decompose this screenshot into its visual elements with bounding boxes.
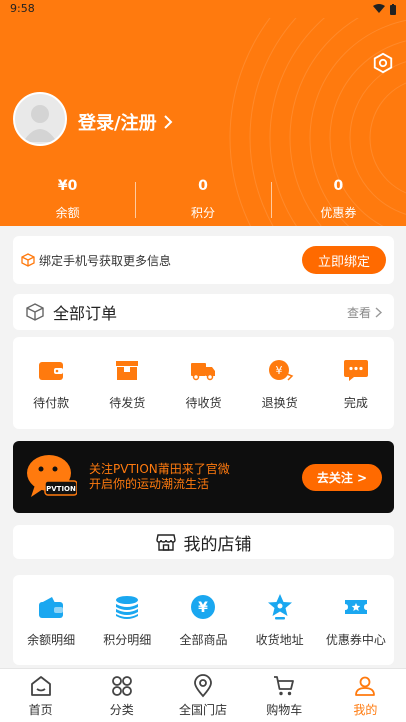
banner-line1: 关注PVTION莆田来了官微: [89, 462, 230, 476]
profile-header: 登录/注册 ¥0 余额 0 积分 0 优惠券: [0, 18, 406, 226]
user-icon: [355, 676, 376, 696]
order-status-label: 完成: [343, 395, 368, 410]
bind-now-button[interactable]: 立即绑定: [302, 246, 386, 274]
tool-label: 收货地址: [255, 632, 304, 647]
tool-label: 优惠券中心: [325, 632, 386, 647]
truck-icon: [191, 362, 216, 380]
orders-header[interactable]: 全部订单 查看: [13, 294, 394, 330]
pvtion-logo: PVTION: [27, 455, 77, 497]
svg-text:¥: ¥: [275, 364, 282, 377]
account-stats: ¥0 余额 0 积分 0 优惠券: [0, 178, 406, 221]
wallet-icon: [39, 361, 64, 380]
box-icon: [116, 360, 139, 380]
tool-shipping-address[interactable]: 收货地址: [242, 593, 318, 648]
cart-icon: [274, 675, 295, 695]
location-pin-icon: [194, 673, 212, 697]
tab-cart[interactable]: 购物车: [244, 669, 325, 722]
tab-category[interactable]: 分类: [81, 669, 162, 722]
tab-label: 我的: [353, 702, 378, 717]
view-all-orders-link[interactable]: 查看: [347, 304, 382, 321]
order-refund[interactable]: ¥ 退换货: [245, 356, 315, 411]
default-avatar-icon: [23, 105, 57, 142]
wallet-icon: [39, 596, 64, 618]
battery-icon: [390, 3, 396, 15]
tab-label: 购物车: [266, 702, 303, 717]
login-register-link[interactable]: 登录/注册: [78, 109, 173, 135]
shop-title: 我的店铺: [183, 534, 252, 555]
chevron-right-icon: [375, 306, 382, 318]
tool-points-detail[interactable]: 积分明细: [89, 593, 165, 648]
tool-label: 积分明细: [103, 632, 152, 647]
svg-text:¥: ¥: [199, 600, 209, 616]
ticket-icon: [344, 599, 367, 614]
home-icon: [30, 675, 51, 696]
order-pending-shipment[interactable]: 待发货: [92, 356, 162, 411]
wifi-icon: [373, 4, 385, 13]
stat-coupons[interactable]: 0 优惠券: [270, 178, 406, 221]
tool-all-products[interactable]: ¥ 全部商品: [165, 593, 241, 648]
tab-label: 分类: [109, 702, 134, 717]
order-pending-receipt[interactable]: 待收货: [168, 356, 238, 411]
refund-icon: ¥: [268, 359, 293, 381]
avatar[interactable]: [13, 92, 67, 146]
chat-bubble-icon: [343, 359, 368, 381]
order-status-label: 待发货: [109, 395, 146, 410]
package-icon: [26, 303, 44, 321]
tab-home[interactable]: 首页: [0, 669, 81, 722]
status-time: 9:58: [10, 2, 35, 15]
coins-icon: [116, 595, 139, 619]
tool-balance-detail[interactable]: 余额明细: [13, 593, 89, 648]
tool-label: 余额明细: [27, 632, 76, 647]
stat-value: ¥0: [57, 178, 78, 194]
stat-label: 积分: [190, 206, 215, 220]
tool-coupon-center[interactable]: 优惠券中心: [318, 593, 394, 648]
stat-value: 0: [333, 178, 344, 194]
cube-icon: [21, 253, 35, 267]
order-status-label: 待收货: [185, 395, 222, 410]
banner-text: 关注PVTION莆田来了官微 开启你的运动潮流生活: [89, 462, 302, 492]
order-status-label: 退换货: [261, 395, 298, 410]
yen-circle-icon: ¥: [191, 594, 216, 619]
bind-phone-bar: 绑定手机号获取更多信息 立即绑定: [13, 236, 394, 284]
tab-stores[interactable]: 全国门店: [162, 669, 243, 722]
banner-line2: 开启你的运动潮流生活: [89, 477, 210, 491]
stat-label: 余额: [55, 206, 80, 220]
order-completed[interactable]: 完成: [321, 356, 391, 411]
bottom-tab-bar: 首页 分类 全国门店 购物车 我的: [0, 668, 406, 722]
tab-mine[interactable]: 我的: [325, 669, 406, 722]
tab-label: 首页: [28, 702, 53, 717]
tool-label: 全部商品: [179, 632, 228, 647]
order-pending-payment[interactable]: 待付款: [16, 356, 86, 411]
orders-title: 全部订单: [53, 304, 118, 323]
grid-icon: [111, 675, 132, 696]
stat-balance[interactable]: ¥0 余额: [0, 178, 135, 221]
follow-banner[interactable]: PVTION 关注PVTION莆田来了官微 开启你的运动潮流生活 去关注 >: [13, 441, 394, 513]
order-status-grid: 待付款 待发货 待收货 ¥ 退换货 完成: [13, 337, 394, 429]
stat-label: 优惠券: [320, 206, 357, 220]
my-shop-header[interactable]: 我的店铺: [13, 525, 394, 559]
tab-label: 全国门店: [179, 702, 228, 717]
login-label: 登录/注册: [78, 113, 157, 134]
settings-icon[interactable]: [372, 52, 394, 74]
location-star-icon: [267, 593, 292, 619]
logo-text: PVTION: [46, 485, 76, 493]
store-icon: [155, 534, 176, 551]
order-status-label: 待付款: [33, 395, 70, 410]
status-bar: 9:58: [0, 0, 406, 18]
stat-points[interactable]: 0 积分: [135, 178, 270, 221]
follow-button[interactable]: 去关注 >: [302, 463, 382, 491]
stat-value: 0: [198, 178, 208, 194]
bind-phone-message: 绑定手机号获取更多信息: [39, 253, 172, 268]
shop-tools-grid: 余额明细 积分明细 ¥ 全部商品 收货地址 优惠券中心: [13, 575, 394, 665]
view-more-label: 查看: [346, 305, 371, 320]
chevron-right-icon: [163, 115, 172, 129]
